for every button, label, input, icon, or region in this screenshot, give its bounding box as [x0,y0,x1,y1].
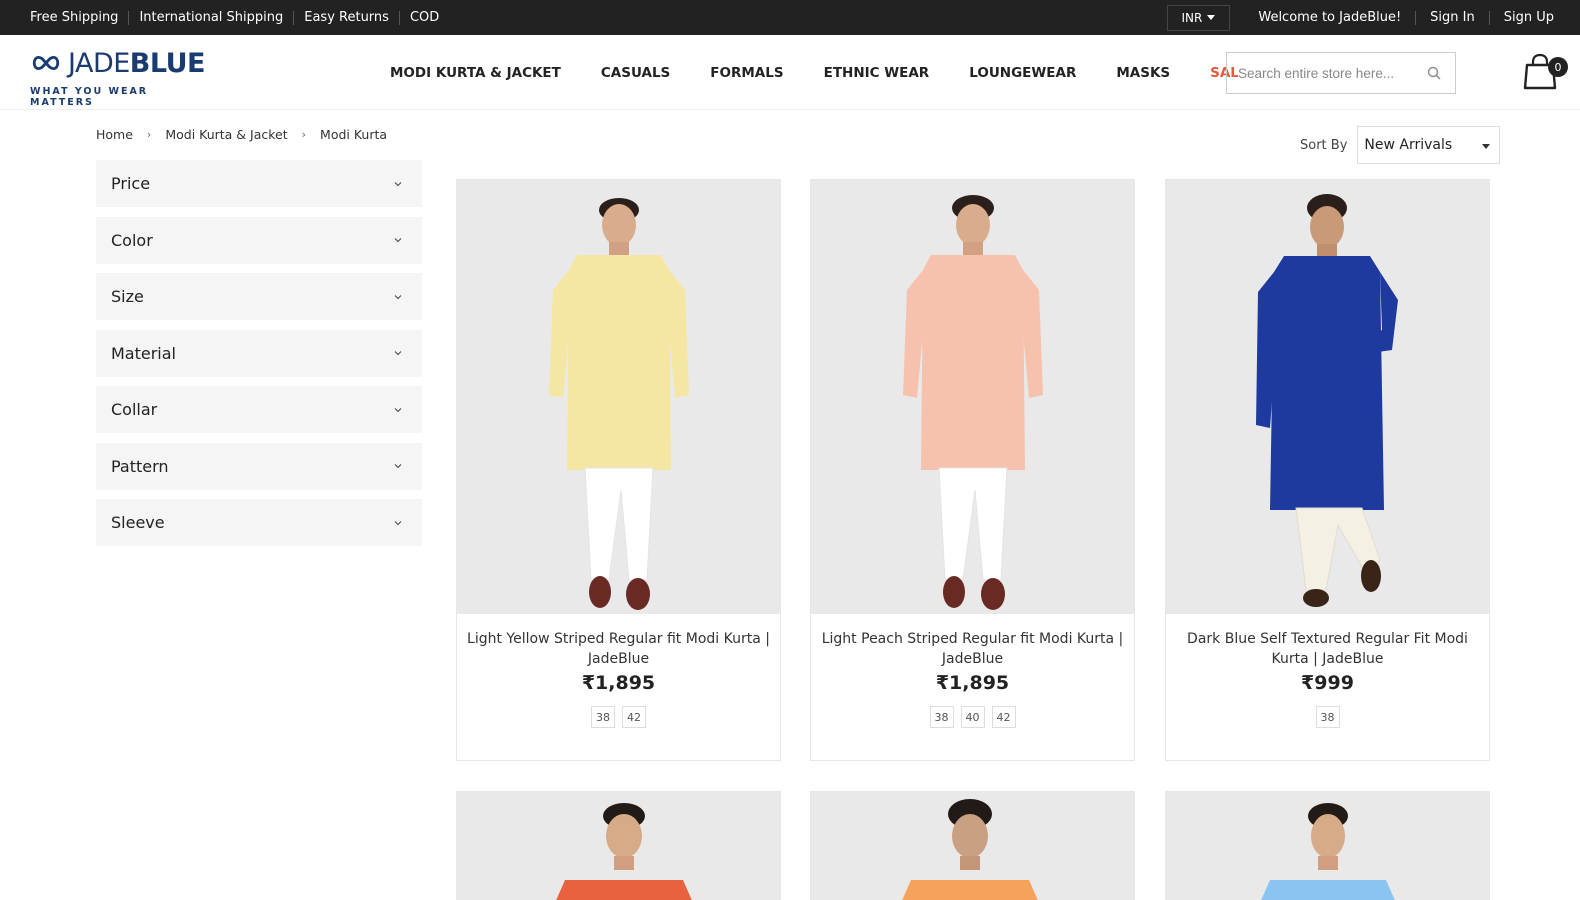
filter-material[interactable]: Material [96,329,422,377]
nav-formals[interactable]: FORMALS [710,65,783,81]
product-price: ₹1,895 [935,672,1010,694]
product-price: ₹1,895 [581,672,656,694]
caret-down-icon [1207,15,1216,20]
product-card[interactable]: Dark Blue Self Textured Regular Fit Modi… [1165,179,1490,761]
search-input[interactable] [1238,65,1418,81]
chevron-down-icon [394,181,402,186]
sort-control: Sort By New Arrivals [1300,126,1501,164]
international-shipping-link[interactable]: International Shipping [128,10,293,25]
filter-label: Size [111,287,144,306]
product-name[interactable]: Dark Blue Self Textured Regular Fit Modi… [1166,629,1489,669]
chevron-down-icon [394,407,402,412]
model-photo [902,799,1038,900]
model-photo [549,198,689,610]
easy-returns-link[interactable]: Easy Returns [293,10,399,25]
filter-label: Color [111,230,153,250]
filter-sidebar: Price Color Size Material Collar Pattern… [96,160,422,556]
filter-label: Price [111,174,151,193]
search-icon[interactable] [1427,66,1441,80]
logo-wordmark: JADE BLUE [30,47,206,79]
filter-price[interactable]: Price [96,160,422,207]
nav-ethnic-wear[interactable]: ETHNIC WEAR [824,65,930,81]
product-name[interactable]: Light Peach Striped Regular fit Modi Kur… [811,629,1134,669]
product-card[interactable] [456,791,781,900]
infinity-logo-icon [32,55,60,71]
model-photo [1261,803,1395,900]
cod-link[interactable]: COD [398,10,449,25]
filter-collar[interactable]: Collar [96,386,422,433]
product-card[interactable] [1165,791,1490,900]
search-box [1226,52,1456,94]
top-bar-account: INR Welcome to JadeBlue! Sign In Sign Up [1166,0,1569,35]
breadcrumb-modi-kurta-jacket[interactable]: Modi Kurta & Jacket [165,127,287,142]
site-header: JADE BLUE WHAT YOU WEAR MATTERS MODI KUR… [0,35,1580,110]
filter-label: Collar [111,400,158,419]
size-option[interactable]: 38 [929,706,954,728]
filter-label: Pattern [111,456,169,476]
product-image[interactable] [811,180,1134,614]
product-price: ₹999 [1301,672,1354,694]
sign-in-link[interactable]: Sign In [1415,10,1489,25]
welcome-message: Welcome to JadeBlue! [1258,10,1402,25]
product-card[interactable]: Light Yellow Striped Regular fit Modi Ku… [456,179,781,761]
nav-modi-kurta-jacket[interactable]: MODI KURTA & JACKET [390,65,561,81]
currency-switcher[interactable]: INR [1166,4,1231,31]
size-option[interactable]: 38 [591,706,615,728]
product-image[interactable] [457,792,780,900]
nav-casuals[interactable]: CASUALS [601,65,670,81]
chevron-down-icon [394,238,402,243]
nav-loungewear[interactable]: LOUNGEWEAR [969,65,1076,81]
product-card[interactable]: Light Peach Striped Regular fit Modi Kur… [810,179,1135,761]
sort-selected-value: New Arrivals [1364,137,1453,153]
top-bar: Free Shipping International Shipping Eas… [0,0,1580,35]
size-options: 38 40 42 [811,706,1134,728]
filter-pattern[interactable]: Pattern [96,442,422,490]
filter-label: Material [111,343,176,363]
model-photo [903,195,1043,610]
breadcrumb-home[interactable]: Home [96,127,133,142]
product-image[interactable] [811,792,1134,900]
chevron-down-icon [394,351,402,356]
filter-sleeve[interactable]: Sleeve [96,499,422,546]
cart-button[interactable]: 0 [1523,53,1568,95]
product-card[interactable] [810,791,1135,900]
logo-tagline: WHAT YOU WEAR MATTERS [30,86,149,108]
breadcrumb: Home › Modi Kurta & Jacket › Modi Kurta [96,127,387,142]
sign-up-link[interactable]: Sign Up [1488,10,1568,25]
logo-blue: BLUE [129,47,206,79]
chevron-down-icon [394,294,402,299]
site-logo[interactable]: JADE BLUE WHAT YOU WEAR MATTERS [30,47,206,109]
size-options: 38 42 [457,706,780,728]
free-shipping-link[interactable]: Free Shipping [30,10,128,25]
product-image[interactable] [457,180,780,614]
caret-down-icon [1482,144,1491,149]
model-photo [556,803,692,900]
sort-select[interactable]: New Arrivals [1357,126,1501,164]
product-image[interactable] [1166,180,1489,614]
sort-label: Sort By [1300,137,1348,153]
breadcrumb-current: Modi Kurta [320,127,388,142]
product-image[interactable] [1166,792,1489,900]
size-option[interactable]: 38 [1315,706,1340,728]
currency-label: INR [1181,10,1203,25]
nav-masks[interactable]: MASKS [1116,65,1170,81]
product-name[interactable]: Light Yellow Striped Regular fit Modi Ku… [457,629,780,669]
chevron-down-icon [394,520,402,525]
chevron-down-icon [394,464,402,469]
cart-count-badge: 0 [1548,57,1568,77]
top-bar-links: Free Shipping International Shipping Eas… [30,0,449,35]
filter-color[interactable]: Color [96,216,422,264]
chevron-right-icon: › [301,128,307,141]
chevron-right-icon: › [146,128,152,141]
size-option[interactable]: 40 [960,706,985,728]
main-nav: MODI KURTA & JACKET CASUALS FORMALS ETHN… [390,35,1248,110]
size-options: 38 [1166,706,1489,728]
logo-jade: JADE [67,47,130,79]
model-photo [1256,194,1398,607]
size-option[interactable]: 42 [991,706,1016,728]
filter-size[interactable]: Size [96,273,422,320]
size-option[interactable]: 42 [622,706,646,728]
filter-label: Sleeve [111,513,165,532]
